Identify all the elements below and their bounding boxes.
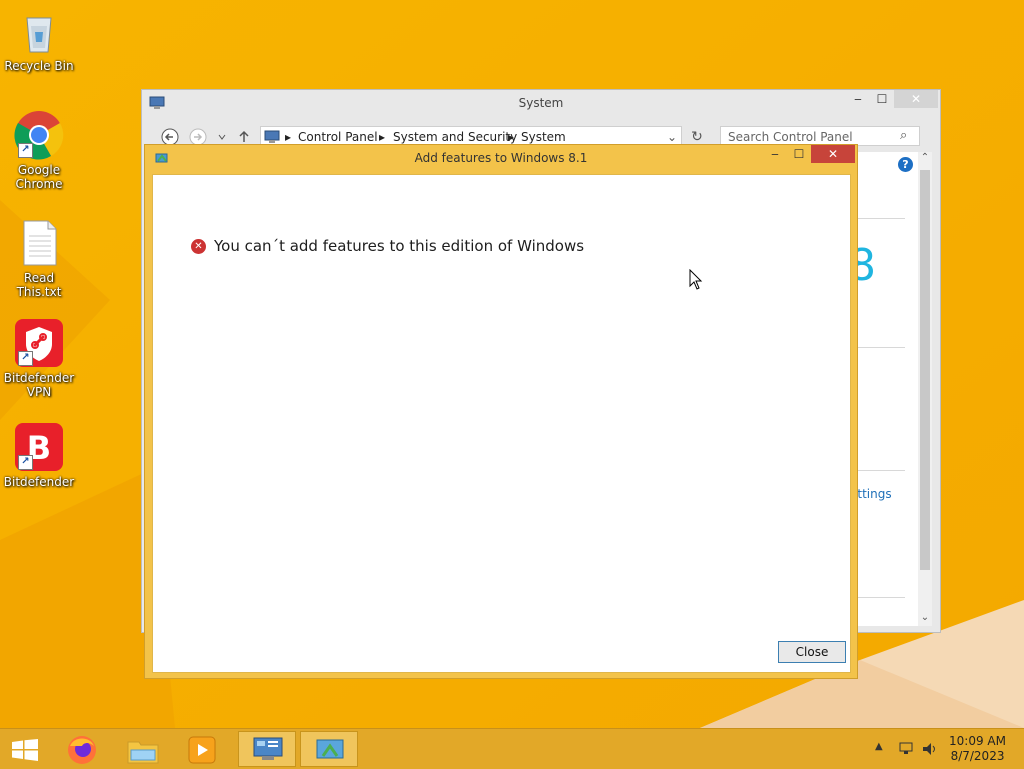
dialog-body: ✕ You can´t add features to this edition … [152,174,851,673]
taskbar-control-panel[interactable] [238,731,296,767]
scroll-down-icon[interactable]: ⌄ [918,612,932,626]
document-graphic [23,220,57,266]
dialog-titlebar[interactable]: Add features to Windows 8.1 ‒ ☐ ✕ [145,145,857,171]
desktop-icon-label: Bitdefender VPN [3,371,75,399]
close-dialog-button[interactable]: Close [778,641,846,663]
text-file-icon[interactable]: Read This.txt [0,218,78,299]
divider [850,470,905,471]
shortcut-arrow-icon: ↗ [18,455,33,470]
taskbar-firefox[interactable] [54,731,112,767]
vertical-scrollbar[interactable]: ⌃ ⌄ [918,152,932,626]
divider [850,347,905,348]
control-panel-icon [253,737,283,760]
desktop-icon-label: Bitdefender [3,475,75,489]
taskbar-file-explorer[interactable] [114,731,172,767]
minimize-button[interactable]: ‒ [765,145,785,163]
add-features-dialog[interactable]: Add features to Windows 8.1 ‒ ☐ ✕ ✕ You c… [144,144,858,679]
file-explorer-icon [127,741,159,764]
maximize-button[interactable]: ☐ [872,90,892,108]
help-icon[interactable]: ? [898,157,913,172]
divider [850,218,905,219]
dialog-title: Add features to Windows 8.1 [414,151,588,165]
search-icon[interactable]: ⌕ [900,128,907,143]
clock-time: 10:09 AM [949,734,1006,748]
mouse-cursor-icon [689,269,703,290]
recycle-bin-icon[interactable]: Recycle Bin [0,6,78,73]
recycle-bin-graphic [26,17,52,53]
show-hidden-icons-chevron-icon[interactable]: ▲ [875,741,883,752]
system-clock[interactable]: 10:09 AM 8/7/2023 [949,734,1006,764]
taskbar-media-player[interactable] [174,731,232,767]
scroll-up-icon[interactable]: ⌃ [918,152,932,166]
taskbar: ▲ 10:09 AM 8/7/2023 [0,728,1024,769]
search-input[interactable]: Search Control Panel [720,126,920,146]
chrome-icon[interactable]: ↗ Google Chrome [0,110,78,191]
clock-date: 8/7/2023 [950,749,1005,763]
maximize-button[interactable]: ☐ [789,145,809,163]
system-window-titlebar[interactable]: System ‒ ☐ ✕ [142,90,940,116]
close-button[interactable]: ✕ [894,90,938,108]
shortcut-arrow-icon: ↗ [18,351,33,366]
desktop-icon-label: Recycle Bin [4,59,74,73]
desktop-icon-label: Google Chrome [15,163,63,191]
taskbar-add-features[interactable] [300,731,358,767]
divider [850,597,905,598]
close-button[interactable]: ✕ [811,145,855,163]
control-panel-icon [264,130,280,143]
desktop-icon-label: Read This.txt [16,271,62,299]
start-button[interactable] [0,731,50,767]
windows-logo-icon [12,739,38,761]
scrollbar-thumb[interactable] [920,170,930,570]
error-message-row: ✕ You can´t add features to this edition … [191,237,584,255]
bitdefender-icon[interactable]: B ↗ Bitdefender [0,422,78,489]
network-icon[interactable] [897,741,915,757]
shortcut-arrow-icon: ↗ [18,143,33,158]
media-player-icon [188,736,216,764]
window-title: System [518,96,564,110]
add-features-icon [316,739,344,759]
volume-icon[interactable] [921,741,939,757]
firefox-icon [68,736,96,764]
minimize-button[interactable]: ‒ [848,90,868,108]
error-message: You can´t add features to this edition o… [214,237,585,255]
error-icon: ✕ [191,239,206,254]
bitdefender-vpn-icon[interactable]: ↗ Bitdefender VPN [0,318,78,399]
